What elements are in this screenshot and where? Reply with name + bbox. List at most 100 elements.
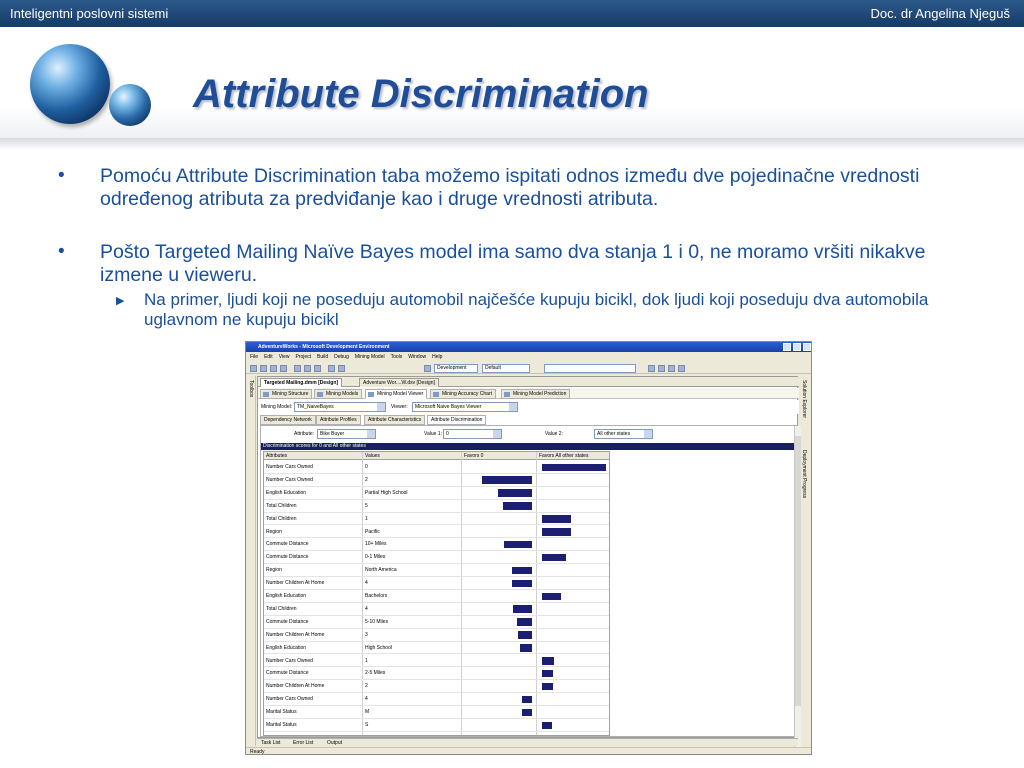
find-combo[interactable] — [544, 364, 636, 373]
row-attribute: Commute Distance — [266, 554, 309, 561]
col-attributes[interactable]: Attributes — [266, 453, 287, 459]
value1-label: Value 1: — [424, 431, 442, 437]
row-value: 10+ Miles — [365, 541, 387, 548]
table-row[interactable]: Region North America — [264, 564, 609, 578]
bar-favors-0 — [522, 708, 532, 717]
row-value: 4 — [365, 580, 368, 587]
table-row[interactable]: Commute Distance 0-1 Miles — [264, 551, 609, 565]
table-row[interactable]: Number Cars Owned 4 — [264, 693, 609, 707]
copy-icon[interactable] — [304, 365, 311, 372]
menu-project[interactable]: Project — [295, 354, 311, 360]
toolbar: Development Default — [246, 363, 811, 374]
viewer-tabs: Dependency Network Attribute Profiles At… — [258, 415, 799, 425]
toolbox-panel[interactable]: Toolbox — [246, 376, 256, 746]
save-all-icon[interactable] — [280, 365, 287, 372]
table-row[interactable]: Number Children At Home 2 — [264, 680, 609, 694]
scrollbar-thumb[interactable] — [795, 436, 801, 706]
solution-explorer-tab[interactable]: Solution Explorer — [801, 380, 807, 418]
menu-tools[interactable]: Tools — [391, 354, 403, 360]
menu-help[interactable]: Help — [432, 354, 442, 360]
tab-mining-model-prediction[interactable]: Mining Model Prediction — [501, 389, 571, 399]
table-row[interactable]: Number Cars Owned 2 — [264, 474, 609, 487]
menu-mining-model[interactable]: Mining Model — [355, 354, 385, 360]
tab-attribute-profiles[interactable]: Attribute Profiles — [316, 415, 361, 425]
value1-select[interactable]: 0 — [443, 429, 502, 439]
deployment-progress-tab[interactable]: Deployment Progress — [801, 450, 807, 498]
tab-mining-structure[interactable]: Mining Structure — [260, 389, 313, 399]
mining-model-select[interactable]: TM_NaiveBayes — [294, 402, 386, 412]
tab-adventure-dsv[interactable]: Adventure Wor....W.dsv [Design] — [359, 378, 439, 387]
table-row[interactable]: English Education Partial High School — [264, 487, 609, 500]
tab-attribute-characteristics[interactable]: Attribute Characteristics — [364, 415, 426, 425]
globe-logo-small — [109, 84, 151, 126]
table-row[interactable]: English Education Bachelors — [264, 590, 609, 603]
col-favors-other[interactable]: Favors All other states — [539, 453, 588, 459]
bar-favors-other — [542, 721, 552, 729]
row-attribute: Marital Status — [266, 709, 297, 716]
close-icon[interactable] — [803, 343, 811, 351]
row-attribute: Number Children At Home — [266, 631, 325, 638]
table-row[interactable]: Number Cars Owned 0 — [264, 461, 609, 474]
tab-error-list[interactable]: Error List — [293, 740, 313, 746]
table-row[interactable]: Total Children 1 — [264, 513, 609, 526]
attribute-select[interactable]: Bike Buyer — [317, 429, 376, 439]
table-row[interactable]: English Education High School — [264, 642, 609, 655]
tab-output[interactable]: Output — [327, 740, 342, 746]
tab-task-list[interactable]: Task List — [261, 740, 280, 746]
table-row[interactable]: Commute Distance 2-5 Miles — [264, 667, 609, 681]
menu-edit[interactable]: Edit — [264, 354, 273, 360]
solution-explorer-icon[interactable] — [648, 365, 655, 372]
open-icon[interactable] — [260, 365, 267, 372]
start-icon[interactable] — [424, 365, 431, 372]
embedded-screenshot: AdventureWorks - Microsoft Development E… — [245, 341, 812, 755]
value2-select[interactable]: All other states — [594, 429, 653, 439]
row-attribute: Marital Status — [266, 722, 297, 728]
tab-targeted-mailing[interactable]: Targeted Mailing.dmm [Design] — [260, 378, 343, 387]
maximize-icon[interactable] — [793, 343, 801, 351]
platform-combo[interactable]: Default — [482, 364, 530, 373]
save-icon[interactable] — [270, 365, 277, 372]
vertical-scrollbar[interactable] — [794, 426, 801, 754]
bar-favors-0 — [512, 605, 532, 613]
cut-icon[interactable] — [294, 365, 301, 372]
viewer-select[interactable]: Microsoft Naive Bayes Viewer — [412, 402, 518, 412]
object-browser-icon[interactable] — [678, 365, 685, 372]
table-row[interactable]: Number Children At Home 3 — [264, 629, 609, 642]
tab-attribute-discrimination[interactable]: Attribute Discrimination — [427, 415, 487, 425]
bar-favors-other — [542, 682, 553, 691]
row-value: M — [365, 709, 370, 716]
table-row[interactable]: Total Children 4 — [264, 603, 609, 616]
minimize-icon[interactable] — [783, 343, 791, 351]
undo-icon[interactable] — [328, 365, 335, 372]
menu-view[interactable]: View — [279, 354, 290, 360]
table-row[interactable]: Number Children At Home 4 — [264, 577, 609, 590]
new-icon[interactable] — [250, 365, 257, 372]
col-favors-0[interactable]: Favors 0 — [464, 453, 483, 459]
paste-icon[interactable] — [314, 365, 321, 372]
tab-dependency-network[interactable]: Dependency Network — [260, 415, 316, 425]
table-row[interactable]: Commute Distance 5-10 Miles — [264, 616, 609, 629]
col-values[interactable]: Values — [365, 453, 380, 459]
tab-mining-model-viewer[interactable]: Mining Model Viewer — [365, 389, 428, 399]
table-row[interactable]: Marital Status S — [264, 719, 609, 732]
table-row[interactable]: Commute Distance 10+ Miles — [264, 538, 609, 552]
toolbox-icon[interactable] — [668, 365, 675, 372]
table-row[interactable]: Marital Status M — [264, 706, 609, 719]
menu-window[interactable]: Window — [408, 354, 426, 360]
row-value: 3 — [365, 631, 368, 638]
row-value: S — [365, 722, 369, 728]
menu-build[interactable]: Build — [317, 354, 328, 360]
tab-mining-accuracy-chart[interactable]: Mining Accuracy Chart — [430, 389, 497, 399]
tab-mining-models[interactable]: Mining Models — [314, 389, 363, 399]
table-row[interactable]: Region Pacific — [264, 526, 609, 539]
configuration-combo[interactable]: Development — [434, 364, 478, 373]
row-value: 4 — [365, 696, 368, 703]
menu-file[interactable]: File — [250, 354, 258, 360]
table-row[interactable]: Total Children 5 — [264, 500, 609, 513]
menu-debug[interactable]: Debug — [334, 354, 349, 360]
row-value: 2-5 Miles — [365, 670, 386, 677]
redo-icon[interactable] — [338, 365, 345, 372]
table-row[interactable]: Number Cars Owned 1 — [264, 655, 609, 668]
row-attribute: English Education — [266, 644, 307, 651]
properties-icon[interactable] — [658, 365, 665, 372]
